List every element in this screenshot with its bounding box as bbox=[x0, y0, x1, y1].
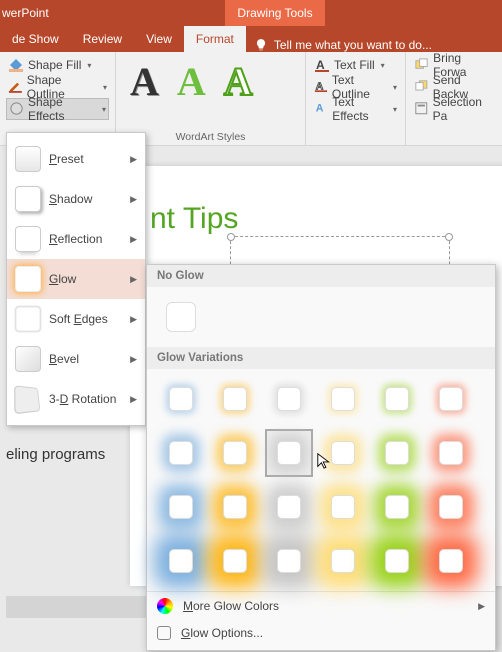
tab-format[interactable]: Format bbox=[184, 26, 246, 52]
tab-slideshow[interactable]: de Show bbox=[0, 26, 71, 52]
slide-body-fragment: eling programs bbox=[6, 446, 105, 463]
glow-options[interactable]: Glow Options... bbox=[147, 620, 495, 646]
submenu-arrow-icon: ▶ bbox=[130, 234, 137, 245]
svg-text:A: A bbox=[316, 58, 325, 72]
wordart-styles-gallery[interactable]: A A A bbox=[122, 54, 299, 109]
color-wheel-icon bbox=[157, 598, 173, 614]
pencil-icon bbox=[8, 79, 23, 95]
glow-swatch[interactable] bbox=[427, 375, 475, 423]
submenu-arrow-icon: ▶ bbox=[130, 194, 137, 205]
thumbnail-placeholder bbox=[6, 596, 146, 618]
glow-none[interactable] bbox=[157, 293, 205, 341]
effects-item-bevel[interactable]: Bevel▶ bbox=[7, 339, 145, 379]
effects-item-glow[interactable]: Glow▶ bbox=[7, 259, 145, 299]
tab-view[interactable]: View bbox=[134, 26, 184, 52]
submenu-arrow-icon: ▶ bbox=[130, 274, 137, 285]
resize-handle[interactable] bbox=[227, 233, 235, 241]
resize-handle[interactable] bbox=[445, 233, 453, 241]
effects-item-shadow[interactable]: Shadow▶ bbox=[7, 179, 145, 219]
glow-swatch[interactable] bbox=[319, 483, 367, 531]
bevel-thumb-icon bbox=[15, 346, 41, 372]
tell-me-text: Tell me what you want to do... bbox=[274, 38, 432, 52]
effects-item-rot3d[interactable]: 3-D Rotation▶ bbox=[7, 379, 145, 419]
glow-swatch[interactable] bbox=[265, 483, 313, 531]
wordart-preset-2[interactable]: A bbox=[177, 58, 206, 105]
glow-swatch[interactable] bbox=[427, 483, 475, 531]
submenu-arrow-icon: ▶ bbox=[130, 314, 137, 325]
glow-swatch[interactable] bbox=[211, 483, 259, 531]
glow-swatch[interactable] bbox=[265, 537, 313, 585]
glow-swatch[interactable] bbox=[211, 375, 259, 423]
send-backward-icon bbox=[414, 79, 429, 95]
soft-thumb-icon bbox=[15, 306, 41, 332]
glow-swatch[interactable] bbox=[157, 537, 205, 585]
paint-bucket-icon bbox=[8, 57, 24, 73]
reflect-thumb-icon bbox=[15, 226, 41, 252]
text-fill-icon: A bbox=[314, 57, 330, 73]
glow-swatch[interactable] bbox=[157, 429, 205, 477]
ribbon-tabs: de Show Review View Format Tell me what … bbox=[0, 26, 502, 52]
more-glow-colors[interactable]: More Glow Colors ▶ bbox=[147, 592, 495, 620]
preset-thumb-icon bbox=[15, 146, 41, 172]
effects-item-preset[interactable]: Preset▶ bbox=[7, 139, 145, 179]
tab-review[interactable]: Review bbox=[71, 26, 134, 52]
glow-swatch[interactable] bbox=[157, 375, 205, 423]
effects-item-soft[interactable]: Soft Edges▶ bbox=[7, 299, 145, 339]
glow-swatch[interactable] bbox=[265, 375, 313, 423]
effects-icon bbox=[9, 101, 24, 117]
glow-swatch[interactable] bbox=[373, 483, 421, 531]
glow-swatch[interactable] bbox=[211, 537, 259, 585]
glow-swatch[interactable] bbox=[211, 429, 259, 477]
glow-variations-header: Glow Variations bbox=[147, 347, 495, 369]
rot3d-thumb-icon bbox=[14, 385, 40, 414]
app-name-fragment: werPoint bbox=[0, 6, 168, 20]
wordart-preset-3[interactable]: A bbox=[224, 58, 253, 105]
no-glow-header: No Glow bbox=[147, 265, 495, 287]
glow-submenu: No Glow Glow Variations More Glow Colors… bbox=[146, 264, 496, 651]
glow-thumb-icon bbox=[15, 266, 41, 292]
options-icon bbox=[157, 626, 171, 640]
lightbulb-icon bbox=[254, 38, 268, 52]
glow-swatch[interactable] bbox=[265, 429, 313, 477]
shape-effects-button[interactable]: Shape Effects▾ bbox=[6, 98, 109, 120]
text-effects-button[interactable]: A Text Effects▾ bbox=[312, 98, 399, 120]
glow-swatch[interactable] bbox=[319, 375, 367, 423]
glow-swatch[interactable] bbox=[373, 429, 421, 477]
wordart-preset-1[interactable]: A bbox=[130, 58, 159, 105]
glow-swatch[interactable] bbox=[427, 537, 475, 585]
wordart-group-label: WordArt Styles bbox=[122, 131, 299, 145]
effects-item-reflect[interactable]: Reflection▶ bbox=[7, 219, 145, 259]
submenu-arrow-icon: ▶ bbox=[478, 601, 485, 612]
bring-forward-icon bbox=[414, 57, 429, 73]
glow-swatch[interactable] bbox=[157, 483, 205, 531]
submenu-arrow-icon: ▶ bbox=[130, 394, 137, 405]
glow-swatch[interactable] bbox=[373, 375, 421, 423]
slide-title-fragment: nt Tips bbox=[150, 202, 238, 236]
selection-pane-button[interactable]: Selection Pa bbox=[412, 98, 496, 120]
tell-me-search[interactable]: Tell me what you want to do... bbox=[246, 38, 440, 52]
submenu-arrow-icon: ▶ bbox=[130, 354, 137, 365]
glow-swatch[interactable] bbox=[373, 537, 421, 585]
contextual-tab-label: Drawing Tools bbox=[225, 0, 324, 26]
glow-swatch[interactable] bbox=[427, 429, 475, 477]
shape-effects-menu: Preset▶Shadow▶Reflection▶Glow▶Soft Edges… bbox=[6, 132, 146, 426]
text-outline-icon: A bbox=[314, 79, 328, 95]
glow-swatch[interactable] bbox=[319, 429, 367, 477]
submenu-arrow-icon: ▶ bbox=[130, 154, 137, 165]
glow-swatch[interactable] bbox=[319, 537, 367, 585]
selection-pane-icon bbox=[414, 101, 429, 117]
svg-text:A: A bbox=[316, 103, 324, 115]
glow-variations-grid bbox=[157, 375, 485, 585]
shadow-thumb-icon bbox=[15, 186, 41, 212]
text-effects-icon: A bbox=[314, 101, 328, 117]
